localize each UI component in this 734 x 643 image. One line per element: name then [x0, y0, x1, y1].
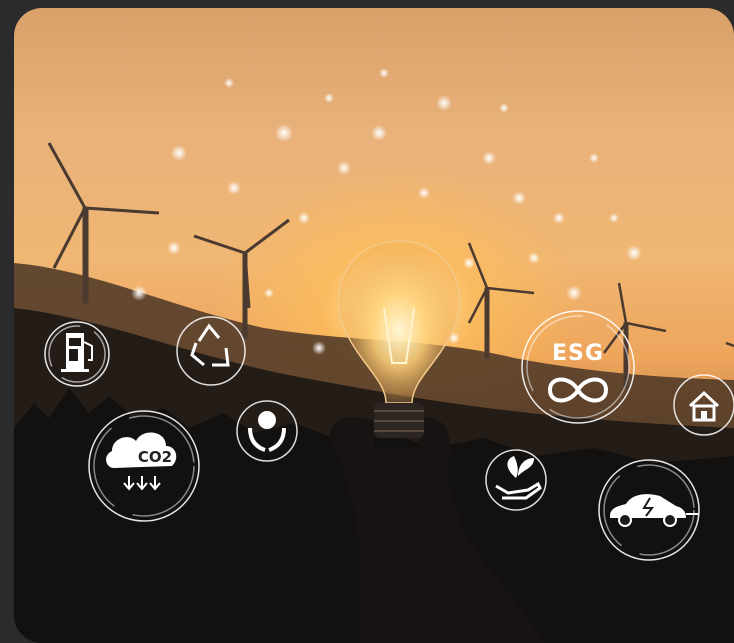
photo-frame: ESG CO2 [14, 8, 734, 643]
wind-turbine [602, 282, 667, 389]
esg-label: ESG [552, 341, 604, 366]
co2-label: CO2 [137, 448, 173, 466]
renewable-energy-scene [14, 68, 734, 643]
wind-turbine [725, 341, 734, 348]
wind-turbine [467, 242, 535, 359]
